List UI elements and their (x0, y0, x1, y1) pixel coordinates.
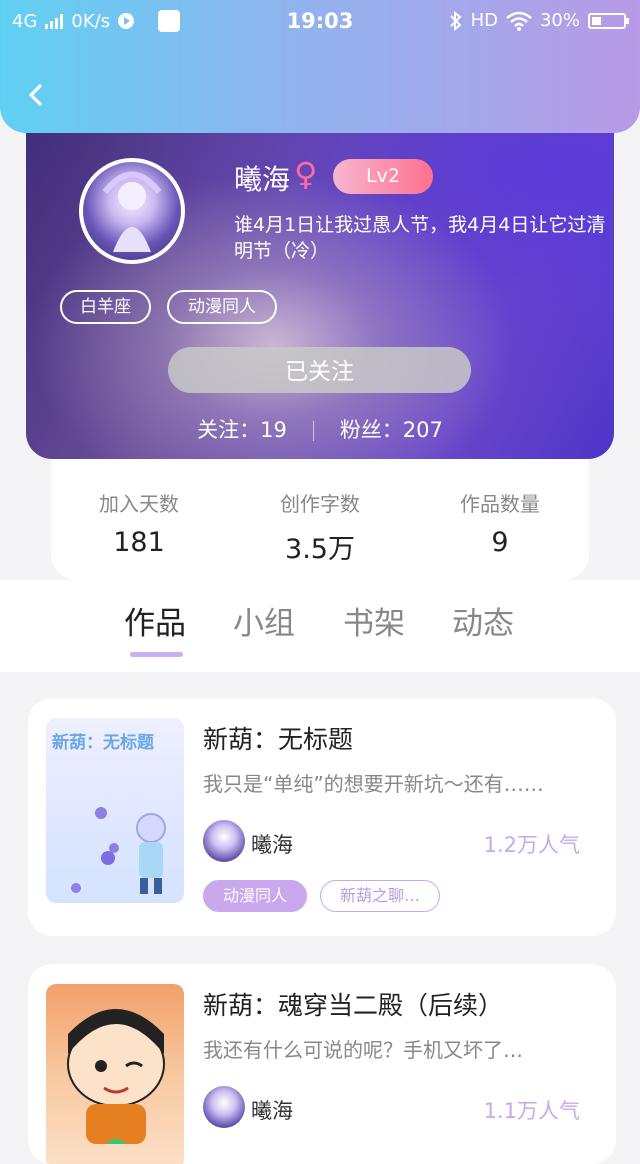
avatar[interactable] (79, 158, 185, 264)
followers-count[interactable]: 粉丝：207 (340, 418, 443, 442)
tag-zodiac[interactable]: 白羊座 (60, 290, 151, 324)
work-card[interactable]: 新葫：魂穿当二殿（后续） 我还有什么可说的呢？手机又坏了… 曦海 1.1万人气 (28, 964, 616, 1164)
tab-activity[interactable]: 动态 (452, 598, 514, 643)
author-avatar (203, 1086, 245, 1128)
tab-indicator (130, 652, 183, 657)
following-count[interactable]: 关注：19 (197, 418, 287, 442)
status-bar: 4G 0K/s 19:03 HD 30% (0, 0, 640, 44)
author-name: 曦海 (251, 833, 293, 857)
work-card[interactable]: 新葫：无标题 新葫：无标题 我只是“单纯”的想要开新坑～还有…… 曦海 1.2万… (28, 698, 616, 936)
work-cover (46, 984, 184, 1164)
tab-bar (0, 580, 640, 672)
stat-word-count: 创作字数 3.5万 (245, 488, 395, 566)
bluetooth-icon (449, 10, 462, 31)
cover-illustration (71, 807, 166, 894)
work-tag-category[interactable]: 动漫同人 (203, 880, 307, 912)
author-name: 曦海 (251, 1099, 293, 1123)
female-icon: ♀ (294, 155, 318, 193)
avatar-image (102, 171, 162, 252)
tag-category[interactable]: 动漫同人 (167, 290, 277, 324)
back-icon[interactable] (22, 80, 52, 110)
tab-bookshelf[interactable]: 书架 (343, 598, 405, 643)
stat-value: 3.5万 (285, 534, 355, 565)
stat-label: 作品数量 (460, 492, 540, 516)
work-description: 我还有什么可说的呢？手机又坏了… (203, 1038, 523, 1062)
signature: 谁4月1日让我过愚人节，我4月4日让它过清 明节（冷） (234, 214, 606, 262)
tab-groups[interactable]: 小组 (233, 598, 295, 643)
divider (312, 421, 314, 441)
stat-value: 9 (491, 527, 509, 558)
profile-card: 曦海 ♀ Lv2 谁4月1日让我过愚人节，我4月4日让它过清 明节（冷） 白羊座… (26, 100, 614, 459)
stat-label: 加入天数 (99, 492, 179, 516)
popularity: 1.1万人气 (483, 1099, 580, 1123)
popularity: 1.2万人气 (483, 833, 580, 857)
work-description: 我只是“单纯”的想要开新坑～还有…… (203, 772, 544, 796)
follow-button[interactable]: 已关注 (168, 347, 471, 393)
battery-icon (588, 12, 629, 29)
work-title: 新葫：无标题 (203, 725, 354, 754)
follow-counts: 关注：19 粉丝：207 (26, 414, 614, 444)
work-title: 新葫：魂穿当二殿（后续） (203, 991, 504, 1020)
nickname: 曦海 (234, 163, 291, 196)
stat-label: 创作字数 (280, 492, 360, 516)
work-tag-series[interactable]: 新葫之聊… (320, 880, 440, 912)
stat-join-days: 加入天数 181 (64, 488, 214, 558)
wifi-icon (506, 11, 532, 31)
stat-works-count: 作品数量 9 (425, 488, 575, 558)
stats-panel: 加入天数 181 创作字数 3.5万 作品数量 9 (51, 440, 589, 580)
battery-percent: 30% (539, 10, 580, 31)
level-badge: Lv2 (333, 159, 433, 194)
cover-illustration (67, 1009, 165, 1144)
author-avatar (203, 820, 245, 862)
hd-label: HD (470, 10, 498, 31)
header-bar: 4G 0K/s 19:03 HD 30% (0, 0, 640, 133)
stat-value: 181 (113, 527, 165, 558)
tab-works[interactable]: 作品 (124, 598, 186, 643)
work-cover: 新葫：无标题 (46, 718, 184, 903)
